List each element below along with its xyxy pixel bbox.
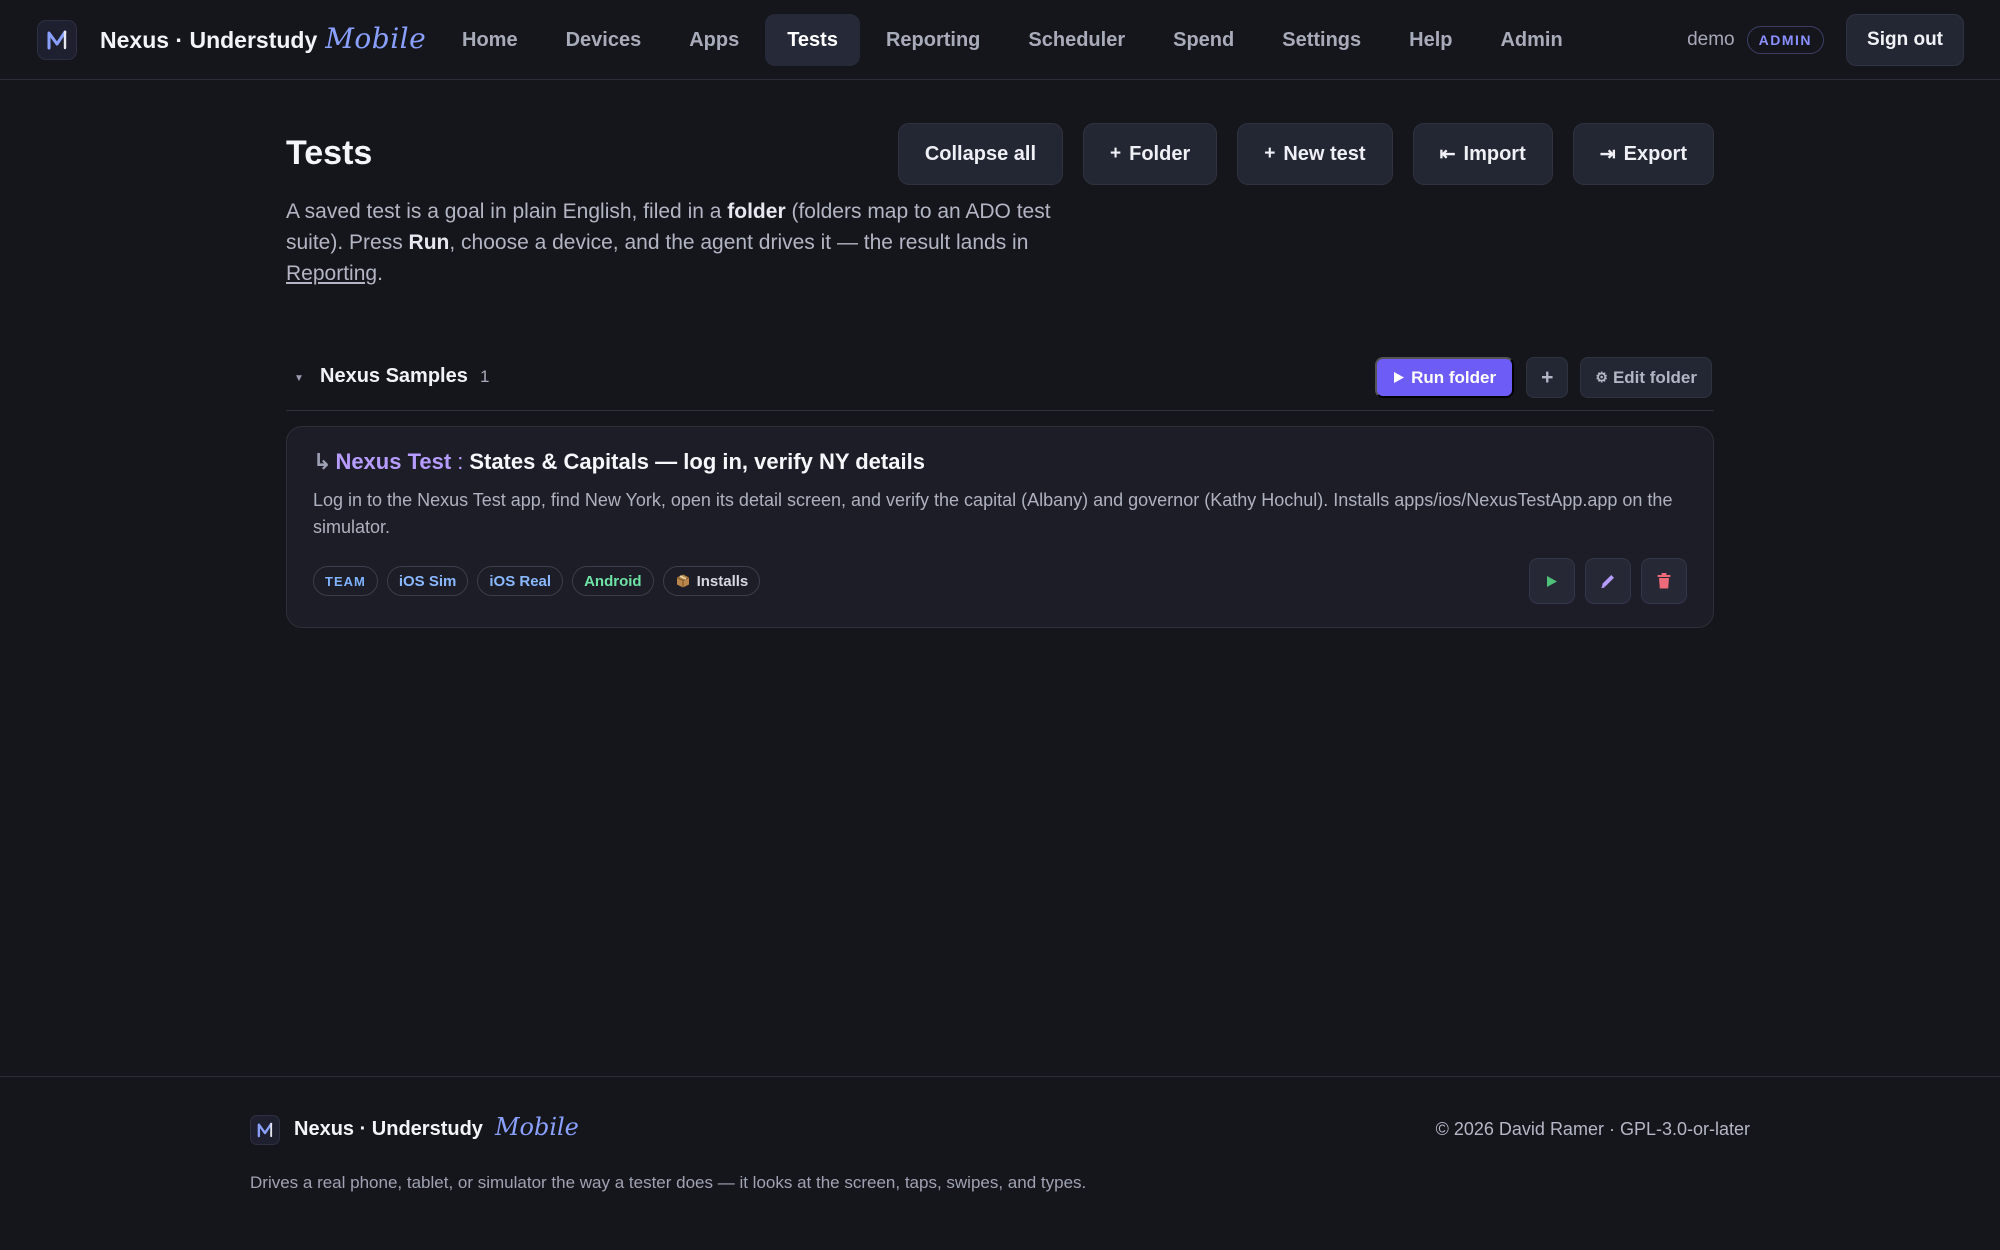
footer-brand-script: Mobile [494,1113,579,1141]
trash-icon [1657,573,1671,589]
gear-icon: ⚙ [1595,369,1608,385]
nav-item-settings[interactable]: Settings [1260,14,1383,66]
collapse-all-button[interactable]: Collapse all [897,123,1063,185]
top-nav-bar: Nexus · Understudy Mobile Home Devices A… [0,0,2000,80]
import-icon: ⇤ [1439,143,1456,165]
test-title: ↳ Nexus Test : States & Capitals — log i… [313,449,925,475]
export-label: Export [1623,142,1687,165]
run-test-button[interactable] [1529,558,1575,604]
delete-test-button[interactable] [1641,558,1687,604]
page-intro: A saved test is a goal in plain English,… [286,196,1106,289]
edit-folder-button[interactable]: ⚙ Edit folder [1580,357,1712,398]
folder-name[interactable]: Nexus Samples [320,365,468,388]
new-folder-label: Folder [1129,142,1191,165]
test-name: States & Capitals — log in, verify NY de… [469,449,925,474]
test-card[interactable]: ↳ Nexus Test : States & Capitals — log i… [286,426,1714,628]
tag-team: TEAM [313,566,378,596]
nav-item-scheduler[interactable]: Scheduler [1006,14,1147,66]
package-icon [676,574,689,588]
intro-text-3: , choose a device, and the agent drives … [449,231,1029,254]
brand-script: Mobile [325,22,427,55]
intro-text-1: A saved test is a goal in plain English,… [286,200,728,223]
intro-folder-word: folder [727,200,786,223]
collapse-all-label: Collapse all [924,142,1036,165]
brand-name: Nexus · Understudy [100,27,318,53]
pencil-icon [1601,575,1614,589]
nav-item-home[interactable]: Home [440,14,540,66]
nexus-logo-icon[interactable] [37,20,77,60]
nav-item-tests[interactable]: Tests [765,14,860,66]
brand[interactable]: Nexus · Understudy Mobile [100,22,426,58]
footer-brand: Nexus · Understudy Mobile [294,1113,579,1141]
subitem-arrow-icon: ↳ [313,449,332,474]
new-test-label: New test [1283,142,1366,165]
nav-item-admin[interactable]: Admin [1478,14,1584,66]
footer-copyright: © 2026 David Ramer · GPL-3.0-or-later [1435,1119,1750,1139]
role-badge: ADMIN [1746,26,1825,54]
footer-tagline: Drives a real phone, tablet, or simulato… [250,1173,1087,1192]
intro-run-word: Run [408,231,450,254]
new-folder-button[interactable]: + Folder [1083,123,1218,185]
plus-icon: + [1541,365,1554,389]
nav-item-help[interactable]: Help [1387,14,1474,66]
run-folder-label: Run folder [1411,367,1497,387]
test-tags: TEAM iOS Sim iOS Real Android Installs [313,566,761,596]
nexus-logo-icon [250,1115,280,1145]
sign-out-button[interactable]: Sign out [1846,14,1964,66]
user-name: demo [1687,29,1735,50]
footer: Nexus · Understudy Mobile © 2026 David R… [0,1076,2000,1250]
title-separator: : [457,449,464,474]
tag-ios-sim: iOS Sim [386,566,469,596]
nav-item-devices[interactable]: Devices [544,14,664,66]
folder-count: 1 [480,367,490,386]
edit-test-button[interactable] [1585,558,1631,604]
export-icon: ⇥ [1599,143,1616,165]
tag-ios-real: iOS Real [477,566,564,596]
new-test-button[interactable]: + New test [1237,123,1393,185]
add-test-to-folder-button[interactable]: + [1526,357,1569,398]
import-label: Import [1463,142,1526,165]
plus-icon: + [1264,143,1276,164]
folder-actions: Run folder + ⚙ Edit folder [1375,357,1712,398]
folder-row: ▼ Nexus Samples 1 Run folder + ⚙ Edit fo… [286,357,1714,411]
test-description: Log in to the Nexus Test app, find New Y… [313,490,1673,537]
caret-down-icon[interactable]: ▼ [294,373,304,384]
edit-folder-label: Edit folder [1612,367,1697,387]
play-icon [1394,372,1405,383]
plus-icon: + [1110,143,1122,164]
play-icon [1547,575,1557,587]
installs-label: Installs [696,572,749,590]
footer-brand-name: Nexus · Understudy [294,1118,483,1140]
page-actions: Collapse all + Folder + New test ⇤ Impor… [897,123,1714,185]
user-area: demo ADMIN Sign out [1687,14,1964,66]
test-app-name: Nexus Test [335,449,452,474]
tag-android: Android [572,566,654,596]
nav-item-reporting[interactable]: Reporting [864,14,1002,66]
nav-item-apps[interactable]: Apps [667,14,761,66]
run-folder-button[interactable]: Run folder [1375,357,1515,398]
page-title: Tests [286,134,373,172]
reporting-link[interactable]: Reporting [286,262,377,285]
main-nav: Home Devices Apps Tests Reporting Schedu… [440,14,1585,66]
test-actions [1529,558,1687,604]
nav-item-spend[interactable]: Spend [1151,14,1256,66]
import-button[interactable]: ⇤ Import [1412,123,1553,185]
export-button[interactable]: ⇥ Export [1572,123,1714,185]
tag-installs: Installs [662,566,761,596]
intro-text-4: . [377,262,383,285]
